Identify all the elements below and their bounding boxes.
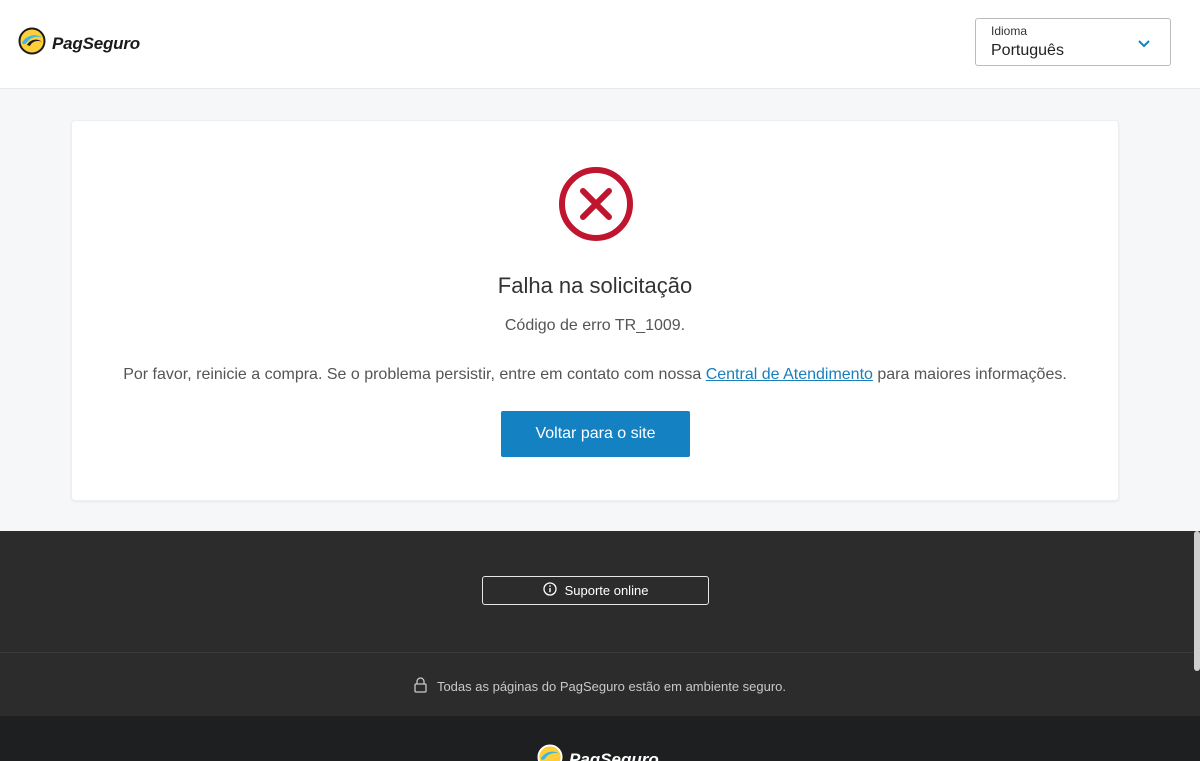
- footer-logo-section: PagSeguro: [0, 716, 1200, 761]
- secure-text: Todas as páginas do PagSeguro estão em a…: [436, 679, 787, 694]
- pagseguro-logo[interactable]: PagSeguro: [18, 27, 140, 60]
- footer-support-section: Suporte online: [0, 531, 1200, 652]
- error-code: Código de erro TR_1009.: [504, 317, 686, 334]
- pagseguro-logo-icon: [537, 744, 563, 761]
- error-circle-x-icon: [557, 165, 635, 248]
- footer-secure-section: Todas as páginas do PagSeguro estão em a…: [0, 652, 1200, 716]
- info-icon: [542, 582, 557, 599]
- error-card: Falha na solicitação Código de erro TR_1…: [71, 120, 1119, 501]
- secure-notice: Todas as páginas do PagSeguro estão em a…: [0, 677, 1200, 696]
- header: PagSeguro Idioma Português: [0, 0, 1200, 89]
- support-online-button[interactable]: Suporte online: [482, 576, 709, 605]
- page-title: Falha na solicitação: [497, 273, 693, 298]
- support-online-label: Suporte online: [564, 583, 649, 598]
- language-select[interactable]: Idioma Português: [975, 18, 1171, 66]
- back-to-site-button[interactable]: Voltar para o site: [501, 411, 690, 457]
- language-value: Português: [991, 42, 1064, 59]
- footer-logo-text: PagSeguro: [569, 749, 659, 761]
- message-text-before: Por favor, reinicie a compra. Se o probl…: [123, 366, 706, 383]
- footer-pagseguro-logo[interactable]: PagSeguro: [537, 744, 659, 761]
- page: PagSeguro Idioma Português Falha na soli…: [0, 0, 1200, 761]
- error-message: Por favor, reinicie a compra. Se o probl…: [72, 366, 1118, 384]
- logo-text: PagSeguro: [52, 33, 140, 53]
- message-text-after: para maiores informações.: [872, 366, 1067, 383]
- language-label: Idioma: [991, 24, 1028, 38]
- chevron-down-icon: [1138, 35, 1150, 53]
- lock-icon: [414, 677, 427, 696]
- central-de-atendimento-link[interactable]: Central de Atendimento: [706, 366, 873, 383]
- pagseguro-logo-icon: [18, 27, 46, 60]
- scrollbar-thumb[interactable]: [1194, 531, 1200, 671]
